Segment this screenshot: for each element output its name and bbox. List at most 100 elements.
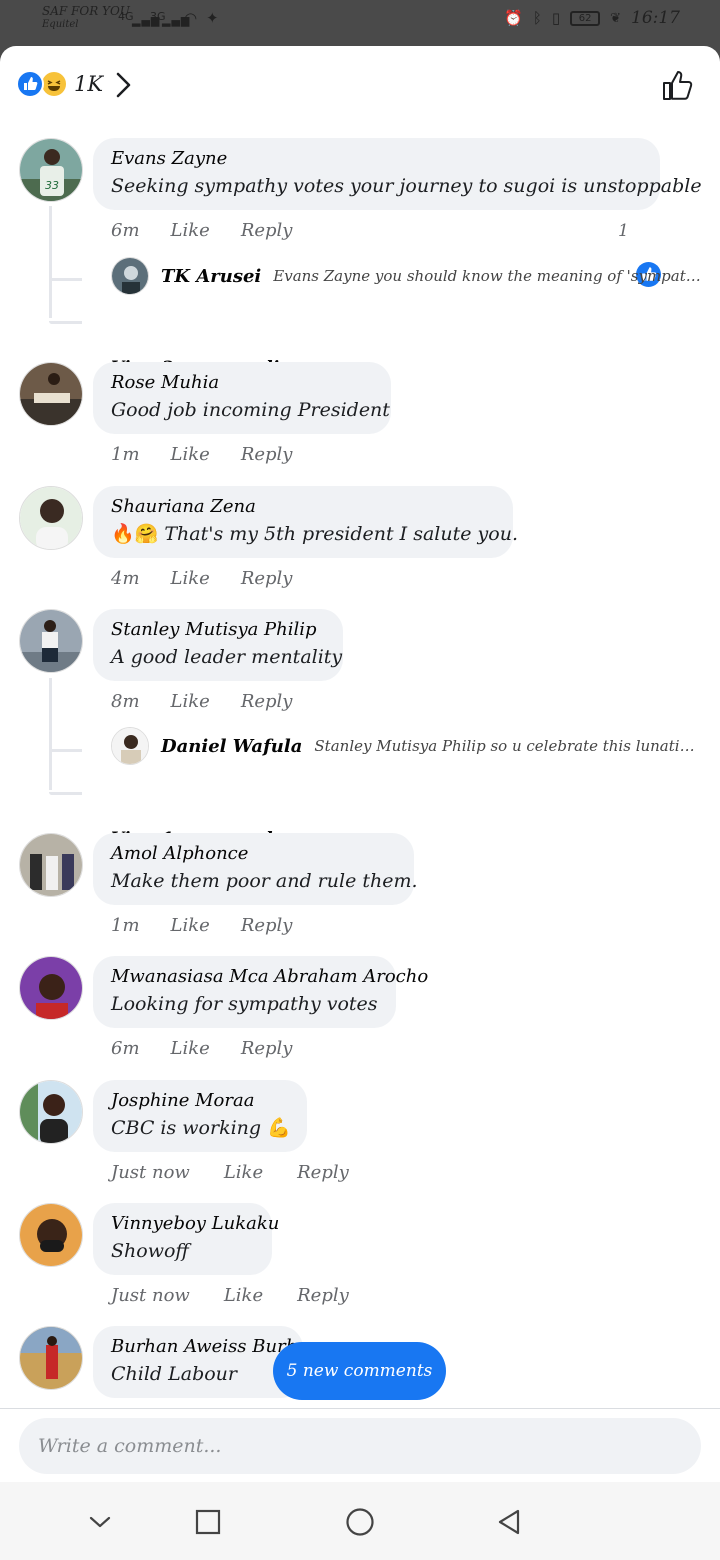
like-button[interactable]: Like bbox=[171, 568, 210, 589]
comment-time: 1m bbox=[111, 915, 140, 936]
reply-preview[interactable]: TK Arusei Evans Zayne you should know th… bbox=[111, 256, 701, 296]
comment-time: Just now bbox=[111, 1162, 190, 1183]
avatar[interactable] bbox=[19, 486, 83, 550]
comment-bubble: Burhan Aweiss Burhan Child Labour bbox=[93, 1326, 303, 1398]
comment-text: Seeking sympathy votes your journey to s… bbox=[111, 175, 702, 197]
comment-actions: Just now Like Reply bbox=[111, 1285, 349, 1306]
comment-author[interactable]: Evans Zayne bbox=[111, 146, 642, 172]
like-button[interactable]: Like bbox=[171, 691, 210, 712]
thread-branch bbox=[49, 792, 82, 795]
comment-author[interactable]: Burhan Aweiss Burhan bbox=[111, 1334, 303, 1360]
avatar[interactable] bbox=[19, 956, 83, 1020]
carrier-label: SAF FOR YOU Equitel bbox=[42, 4, 130, 32]
like-button[interactable]: Like bbox=[224, 1285, 263, 1306]
leaf-icon: ❦ bbox=[610, 10, 621, 26]
write-comment-input[interactable] bbox=[19, 1418, 701, 1474]
carrier-name: SAF FOR YOU bbox=[42, 4, 130, 18]
comment-bubble: Shauriana Zena 🔥🤗 That's my 5th presiden… bbox=[93, 486, 518, 558]
comment-text: Make them poor and rule them. bbox=[111, 870, 418, 892]
comment-bubble: Mwanasiasa Mca Abraham Arocho Looking fo… bbox=[93, 956, 428, 1028]
like-button[interactable]: Like bbox=[171, 444, 210, 465]
vibrate-icon: ▯ bbox=[551, 9, 561, 27]
comment-text: CBC is working bbox=[111, 1117, 262, 1139]
reply-text: Stanley Mutisya Philip so u celebrate th… bbox=[314, 737, 701, 755]
comment-bubble: Evans Zayne Seeking sympathy votes your … bbox=[93, 138, 702, 210]
reply-author[interactable]: TK Arusei bbox=[161, 266, 261, 287]
reply-button[interactable]: Reply bbox=[241, 915, 293, 936]
emoji-fire-hug: 🔥🤗 bbox=[111, 523, 159, 545]
reply-button[interactable]: Reply bbox=[297, 1162, 349, 1183]
bluetooth-icon: ᛒ bbox=[532, 9, 542, 27]
comment-time: 6m bbox=[111, 1038, 140, 1059]
comment-bubble: Vinnyeboy Lukaku Showoff bbox=[93, 1203, 279, 1275]
comment-actions: 1m Like Reply bbox=[111, 915, 292, 936]
reply-button[interactable]: Reply bbox=[241, 568, 293, 589]
comment-bubble: Josphine Moraa CBC is working 💪 bbox=[93, 1080, 307, 1152]
comment-actions: 8m Like Reply bbox=[111, 691, 292, 712]
chevron-down-icon[interactable] bbox=[82, 1504, 118, 1540]
like-button[interactable]: Like bbox=[224, 1162, 263, 1183]
reply-avatar[interactable] bbox=[111, 257, 149, 295]
like-button[interactable]: Like bbox=[171, 915, 210, 936]
comment-actions: 4m Like Reply bbox=[111, 568, 292, 589]
avatar[interactable] bbox=[19, 833, 83, 897]
system-nav-bar bbox=[0, 1482, 720, 1560]
avatar[interactable]: 33 bbox=[19, 138, 83, 202]
thread-line bbox=[49, 678, 52, 790]
svg-text:33: 33 bbox=[45, 179, 59, 192]
alarm-icon: ⏰ bbox=[504, 9, 523, 27]
comment-time: 6m bbox=[111, 220, 140, 241]
wifi-icon: ◠ bbox=[184, 9, 198, 27]
reply-button[interactable]: Reply bbox=[297, 1285, 349, 1306]
comment-bubble: Stanley Mutisya Philip A good leader men… bbox=[93, 609, 343, 681]
comment-time: 8m bbox=[111, 691, 140, 712]
emoji-muscle: 💪 bbox=[267, 1117, 291, 1139]
reactions-header[interactable]: 1K bbox=[0, 46, 720, 126]
avatar[interactable] bbox=[19, 362, 83, 426]
like-button[interactable]: Like bbox=[171, 220, 210, 241]
thread-branch bbox=[49, 749, 82, 752]
comment-text-row: 🔥🤗 That's my 5th president I salute you. bbox=[111, 520, 518, 548]
reply-avatar[interactable] bbox=[111, 727, 149, 765]
reply-author[interactable]: Daniel Wafula bbox=[161, 736, 302, 757]
comments-sheet: 1K 33 Evans Zayne Seeking sympathy votes… bbox=[0, 46, 720, 1560]
battery-icon: 62 bbox=[570, 10, 601, 26]
comment-author[interactable]: Rose Muhia bbox=[111, 370, 373, 396]
avatar[interactable] bbox=[19, 609, 83, 673]
avatar[interactable] bbox=[19, 1326, 83, 1390]
comment-author[interactable]: Stanley Mutisya Philip bbox=[111, 617, 325, 643]
comment-bubble: Amol Alphonce Make them poor and rule th… bbox=[93, 833, 418, 905]
comment-text: Showoff bbox=[111, 1240, 189, 1262]
comment-text: A good leader mentality bbox=[111, 646, 343, 668]
chevron-right-icon[interactable] bbox=[112, 70, 136, 104]
comment-bubble: Rose Muhia Good job incoming President bbox=[93, 362, 391, 434]
reply-button[interactable]: Reply bbox=[241, 1038, 293, 1059]
thumbs-up-icon[interactable] bbox=[660, 68, 696, 108]
like-reaction-icon bbox=[16, 70, 44, 98]
avatar[interactable] bbox=[19, 1203, 83, 1267]
reply-button[interactable]: Reply bbox=[241, 444, 293, 465]
new-comments-button[interactable]: 5 new comments bbox=[273, 1342, 446, 1400]
comment-time: 4m bbox=[111, 568, 140, 589]
reply-button[interactable]: Reply bbox=[241, 691, 293, 712]
reply-button[interactable]: Reply bbox=[241, 220, 293, 241]
comment-author[interactable]: Shauriana Zena bbox=[111, 494, 495, 520]
comment-actions: 6m Like Reply bbox=[111, 1038, 292, 1059]
reply-preview[interactable]: Daniel Wafula Stanley Mutisya Philip so … bbox=[111, 726, 701, 766]
comment-author[interactable]: Josphine Moraa bbox=[111, 1088, 289, 1114]
comment-text: That's my 5th president I salute you. bbox=[164, 523, 518, 545]
comment-author[interactable]: Vinnyeboy Lukaku bbox=[111, 1211, 279, 1237]
recents-square-icon[interactable] bbox=[190, 1504, 226, 1540]
status-right: ⏰ ᛒ ▯ 62 ❦ 16:17 bbox=[504, 8, 680, 28]
like-count: 1 bbox=[618, 221, 629, 241]
comment-time: Just now bbox=[111, 1285, 190, 1306]
comment-author[interactable]: Amol Alphonce bbox=[111, 841, 396, 867]
carrier-sub: Equitel bbox=[42, 19, 79, 30]
avatar[interactable] bbox=[19, 1080, 83, 1144]
status-bar: SAF FOR YOU Equitel 4G ▂▄▆ 3G ▂▄▆ ◠ ✦ ⏰ … bbox=[0, 0, 720, 46]
home-circle-icon[interactable] bbox=[342, 1504, 378, 1540]
comment-time: 1m bbox=[111, 444, 140, 465]
like-button[interactable]: Like bbox=[171, 1038, 210, 1059]
back-triangle-icon[interactable] bbox=[491, 1504, 527, 1540]
comment-author[interactable]: Mwanasiasa Mca Abraham Arocho bbox=[111, 964, 428, 990]
